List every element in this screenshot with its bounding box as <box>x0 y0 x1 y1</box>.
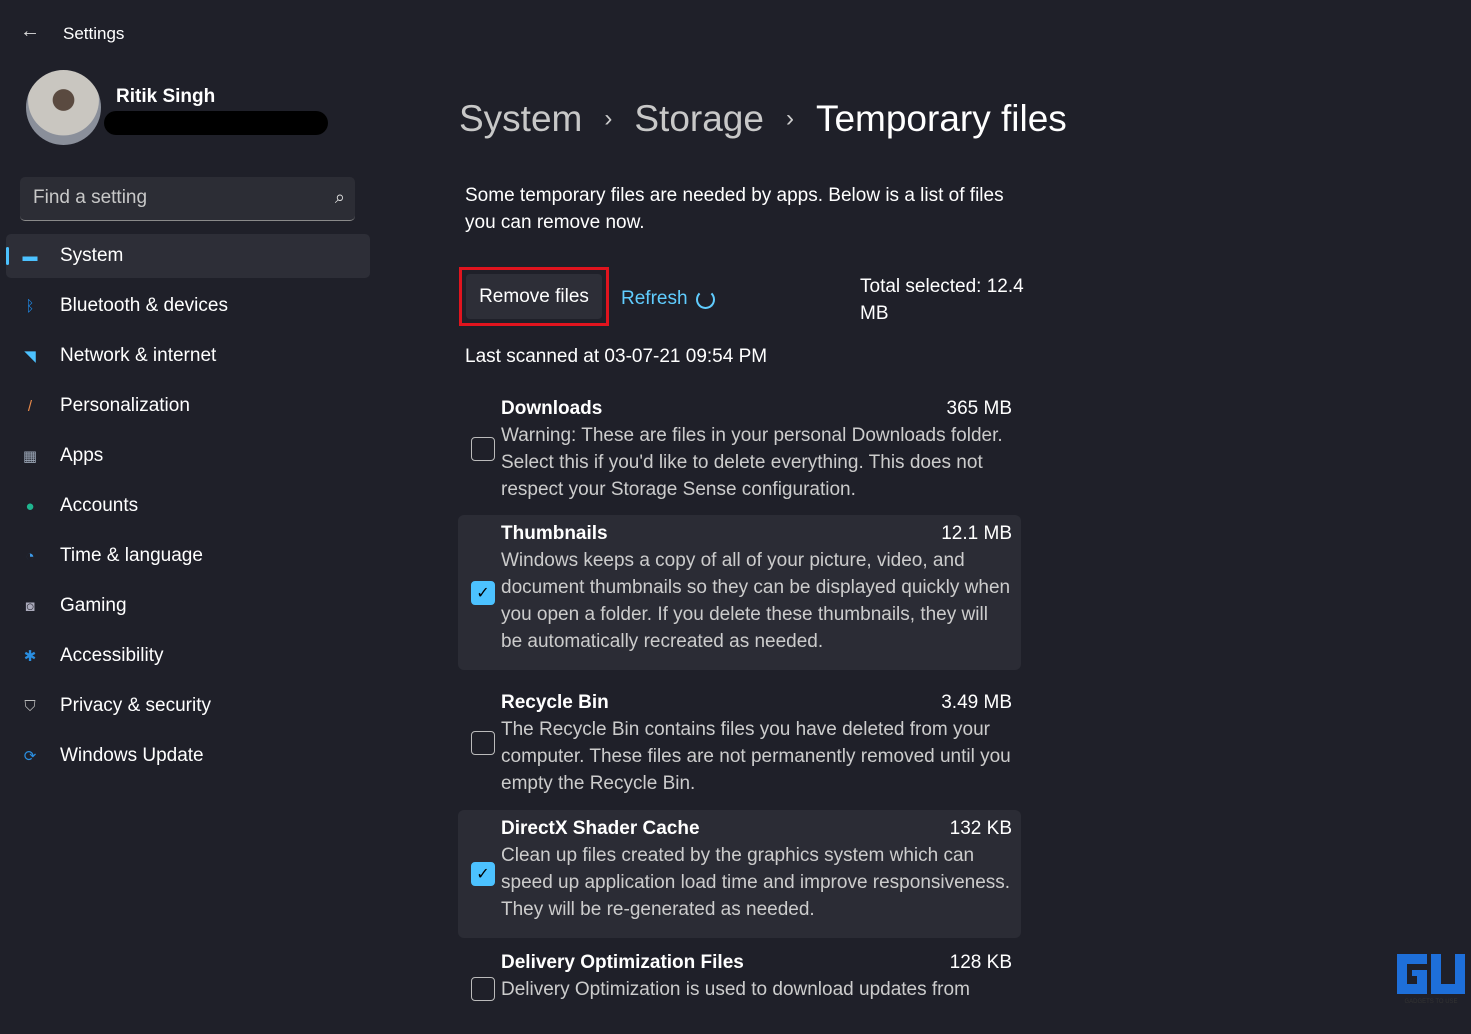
total-selected: Total selected: 12.4 MB <box>860 276 1024 324</box>
wifi-icon: ◥ <box>24 348 36 365</box>
sidebar-item-label: Windows Update <box>60 745 204 766</box>
sidebar-item-accessibility[interactable]: ✱ Accessibility <box>6 634 370 678</box>
redacted-email <box>104 111 328 135</box>
sidebar-item-time-language[interactable]: ◔ Time & language <box>6 534 370 578</box>
refresh-label: Refresh <box>621 288 688 309</box>
item-name: Recycle Bin <box>501 692 609 713</box>
list-item: ✓ DirectX Shader Cache 132 KB Clean up fi… <box>458 810 1021 938</box>
checkbox[interactable]: ✓ <box>471 581 495 605</box>
accounts-icon: ● <box>25 497 35 515</box>
checkbox[interactable]: ✓ <box>471 862 495 886</box>
sidebar-item-network-internet[interactable]: ◥ Network & internet <box>6 334 370 378</box>
description: Some temporary files are needed by apps.… <box>465 185 1004 233</box>
list-item: ✓ Thumbnails 12.1 MB Windows keeps a copy… <box>458 515 1021 670</box>
search-icon[interactable]: ⌕ <box>335 187 345 208</box>
sidebar-item-label: System <box>60 245 124 266</box>
item-size: 12.1 MB <box>941 523 1012 544</box>
checkbox[interactable] <box>471 731 495 755</box>
item-size: 128 KB <box>949 952 1012 973</box>
search-placeholder: Find a setting <box>33 187 148 208</box>
remove-files-button[interactable]: Remove files <box>459 267 609 326</box>
list-item: Recycle Bin 3.49 MB The Recycle Bin conta… <box>458 684 1021 802</box>
remove-files-label: Remove files <box>466 274 602 319</box>
sidebar-nav: ▬ System ᛒ Bluetooth & devices ◥ Network & in… <box>6 234 370 784</box>
update-icon: ⟳ <box>23 748 37 765</box>
checkbox[interactable] <box>471 977 495 1001</box>
search-input[interactable]: Find a setting ⌕ <box>20 177 355 221</box>
item-description: Delivery Optimization is used to downloa… <box>501 979 970 1000</box>
sidebar-item-label: Bluetooth & devices <box>60 295 228 316</box>
sidebar-item-gaming[interactable]: ◙ Gaming <box>6 584 370 628</box>
watermark-logo: GADGETS TO USE <box>1397 954 1465 1004</box>
brush-icon: / <box>27 397 33 415</box>
back-button[interactable]: ← <box>20 20 40 43</box>
breadcrumb: System › Storage › Temporary files <box>459 98 1067 140</box>
sidebar-item-label: Personalization <box>60 395 190 416</box>
sidebar-item-label: Privacy & security <box>60 695 211 716</box>
shield-icon: ⛉ <box>24 697 36 715</box>
item-size: 3.49 MB <box>941 692 1012 713</box>
refresh-icon <box>695 289 715 309</box>
last-scanned: Last scanned at 03-07-21 09:54 PM <box>465 346 768 367</box>
list-item: Delivery Optimization Files 128 KB Delive… <box>458 944 1021 1034</box>
sidebar-item-personalization[interactable]: / Personalization <box>6 384 370 428</box>
refresh-button[interactable]: Refresh <box>621 288 715 310</box>
sidebar-item-label: Accessibility <box>60 645 164 666</box>
sidebar-item-label: Network & internet <box>60 345 217 366</box>
breadcrumb-storage[interactable]: Storage <box>634 98 764 140</box>
gamepad-icon: ◙ <box>25 597 35 615</box>
sidebar-item-bluetooth-devices[interactable]: ᛒ Bluetooth & devices <box>6 284 370 328</box>
sidebar-item-label: Gaming <box>60 595 127 616</box>
accessibility-icon: ✱ <box>23 648 37 665</box>
item-size: 365 MB <box>946 398 1012 419</box>
svg-text:GADGETS TO USE: GADGETS TO USE <box>1404 999 1457 1004</box>
sidebar-item-system[interactable]: ▬ System <box>6 234 370 278</box>
checkbox[interactable] <box>471 437 495 461</box>
item-name: Delivery Optimization Files <box>501 952 744 973</box>
item-size: 132 KB <box>949 818 1012 839</box>
breadcrumb-system[interactable]: System <box>459 98 582 140</box>
clock-globe-icon: ◔ <box>25 547 35 565</box>
user-name: Ritik Singh <box>116 86 216 107</box>
sidebar-item-label: Time & language <box>60 545 203 566</box>
sidebar-item-windows-update[interactable]: ⟳ Windows Update <box>6 734 370 778</box>
item-name: Downloads <box>501 398 603 419</box>
sidebar-item-privacy-security[interactable]: ⛉ Privacy & security <box>6 684 370 728</box>
chevron-right-icon: › <box>785 105 794 132</box>
page-title: Temporary files <box>815 98 1067 139</box>
item-description: Windows keeps a copy of all of your pict… <box>501 550 1011 652</box>
apps-icon: ▦ <box>22 448 38 465</box>
sidebar-item-label: Apps <box>60 445 104 466</box>
system-icon: ▬ <box>22 247 38 265</box>
chevron-right-icon: › <box>604 105 613 132</box>
item-description: The Recycle Bin contains files you have … <box>501 719 1011 794</box>
sidebar-item-apps[interactable]: ▦ Apps <box>6 434 370 478</box>
sidebar-item-label: Accounts <box>60 495 139 516</box>
item-description: Clean up files created by the graphics s… <box>501 845 1011 920</box>
item-name: Thumbnails <box>501 523 608 544</box>
item-name: DirectX Shader Cache <box>501 818 700 839</box>
bluetooth-icon: ᛒ <box>25 297 35 315</box>
sidebar-item-accounts[interactable]: ● Accounts <box>6 484 370 528</box>
item-description: Warning: These are files in your persona… <box>501 425 1003 500</box>
list-item: Downloads 365 MB Warning: These are files… <box>458 390 1021 508</box>
avatar[interactable] <box>26 70 101 145</box>
app-title: Settings <box>63 24 125 43</box>
